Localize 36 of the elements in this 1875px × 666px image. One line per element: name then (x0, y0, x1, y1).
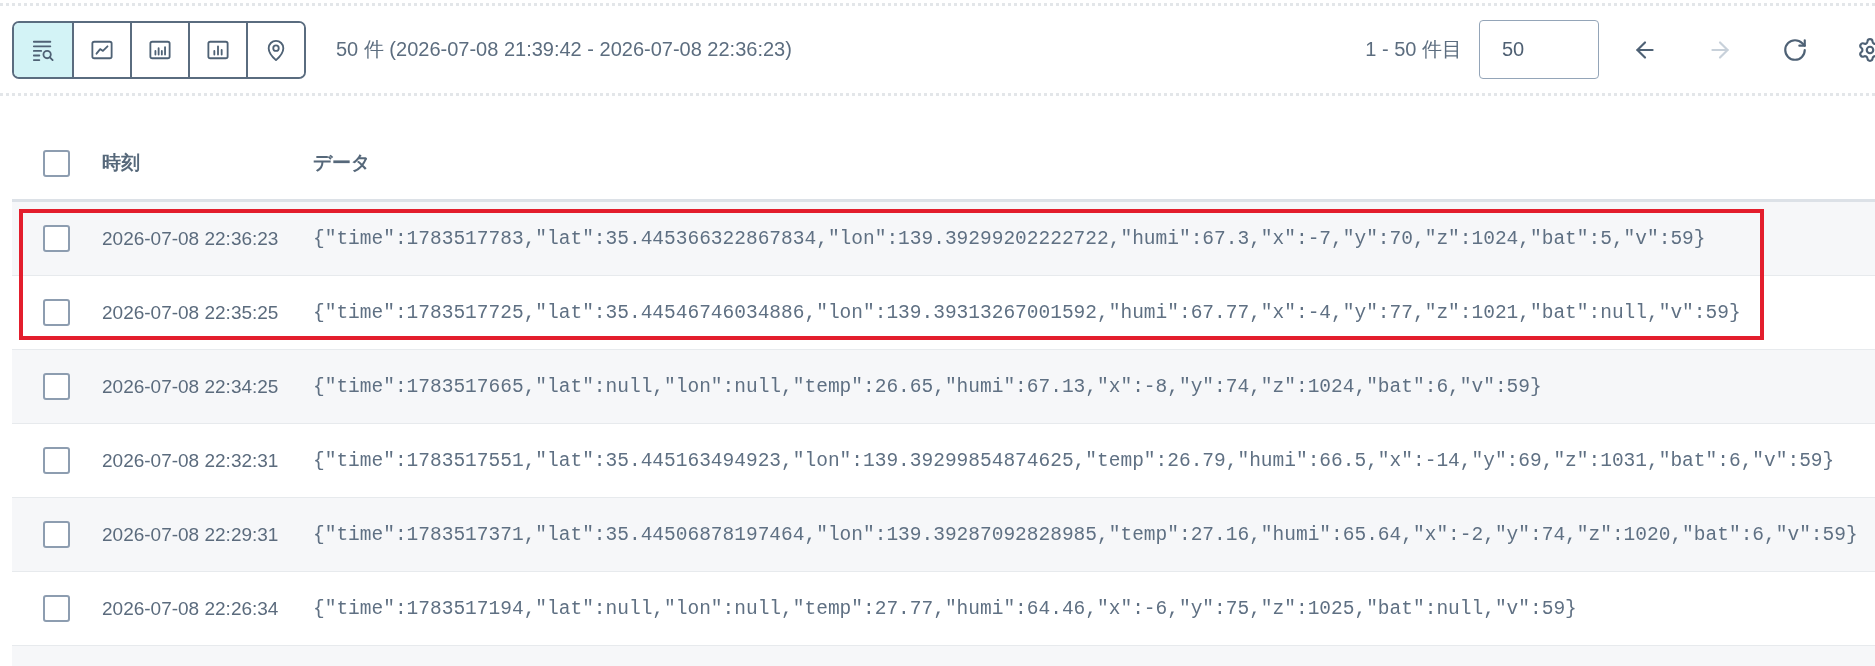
data-cell: {"time":1783517783,"lat":35.445366322867834,"lon":139.39299202222722,"humi":67.3,"x":-7,"y":70,"z":1024,"bat":5,"v":59} (313, 227, 1706, 250)
row-checkbox[interactable] (43, 447, 70, 474)
timestamp-cell-text: 2026-07-08 22:34:25 (102, 375, 280, 398)
table-row[interactable]: 2026-07-08 22:36:23 {"time":1783517783,"lat":35.445366322867834,"lon":139.39299202222722,"humi":67.3,"x":-7,"y":70,"z":1024,"bat":5,"v":59} (12, 202, 1875, 276)
column-header: 時刻 (102, 151, 141, 175)
timestamp-cell-text: 2026-07-08 22:35:25 (102, 301, 280, 324)
record-count-text: 50 件 (2026-07-08 21:39:42 - 2026-07-08 22:36:23) (336, 37, 792, 62)
row-checkbox[interactable] (43, 521, 70, 548)
line-chart-icon (91, 38, 113, 61)
row-checkbox[interactable] (43, 299, 70, 326)
data-cell: {"time":1783517371,"lat":35.44506878197464,"lon":139.39287092828985,"temp":27.16,"humi":65.64,"x":-2,"y":74,"z":1020,"bat":6,"v":59} (313, 523, 1858, 546)
table-row[interactable]: 2026-07-08 22:34:25 {"time":1783517665,"lat":null,"lon":null,"temp":26.65,"humi":67.13,"x":-8,"y":74,"z":1024,"bat":6,"v":59} (12, 350, 1875, 424)
row-checkbox[interactable] (43, 225, 70, 252)
location-pin-icon (265, 38, 287, 61)
row-checkbox[interactable] (43, 373, 70, 400)
bar-chart-icon (149, 38, 171, 61)
table-row[interactable]: 2026-07-08 22:29:31 {"time":1783517371,"lat":35.44506878197464,"lon":139.39287092828985,"temp":27.16,"humi":65.64,"x":-2,"y":74,"z":1020,"bat":6,"v":59} (12, 498, 1875, 572)
refresh-icon (1782, 36, 1808, 63)
settings-icon (1857, 36, 1875, 63)
timestamp-cell-text: 2026-07-08 22:29:31 (102, 523, 280, 546)
timestamp-cell-text: 2026-07-08 22:36:23 (102, 227, 280, 250)
column-header: データ (313, 151, 370, 175)
page-size-input[interactable]: 50 (1479, 20, 1599, 79)
bar-chart-icon (207, 38, 229, 61)
timestamp-cell-text: 2026-07-08 22:32:31 (102, 449, 280, 472)
list-view-button[interactable] (14, 22, 72, 77)
timestamp-cell-text: 2026-07-08 22:26:34 (102, 597, 280, 620)
data-cell: {"time":1783517194,"lat":null,"lon":null,"temp":27.77,"humi":64.46,"x":-6,"y":75,"z":1025,"bat":null,"v":59} (313, 597, 1577, 620)
range-label: 1 - 50 件目 (1365, 37, 1462, 62)
select-all-checkbox[interactable] (43, 149, 70, 177)
map-view-button[interactable] (246, 22, 304, 77)
row-checkbox[interactable] (43, 595, 70, 622)
data-cell: {"time":1783517551,"lat":35.445163494923,"lon":139.39299854874625,"temp":26.79,"humi":66.5,"x":-14,"y":69,"z":1031,"bat":6,"v":59} (313, 449, 1835, 472)
data-cell: {"time":1783517725,"lat":35.44546746034886,"lon":139.39313267001592,"humi":67.77,"x":-4,"y":77,"z":1021,"bat":null,"v":59} (313, 301, 1741, 324)
list-search-icon (32, 38, 54, 61)
data-cell: {"time":1783517665,"lat":null,"lon":null,"temp":26.65,"humi":67.13,"x":-8,"y":74,"z":1024,"bat":6,"v":59} (313, 375, 1542, 398)
